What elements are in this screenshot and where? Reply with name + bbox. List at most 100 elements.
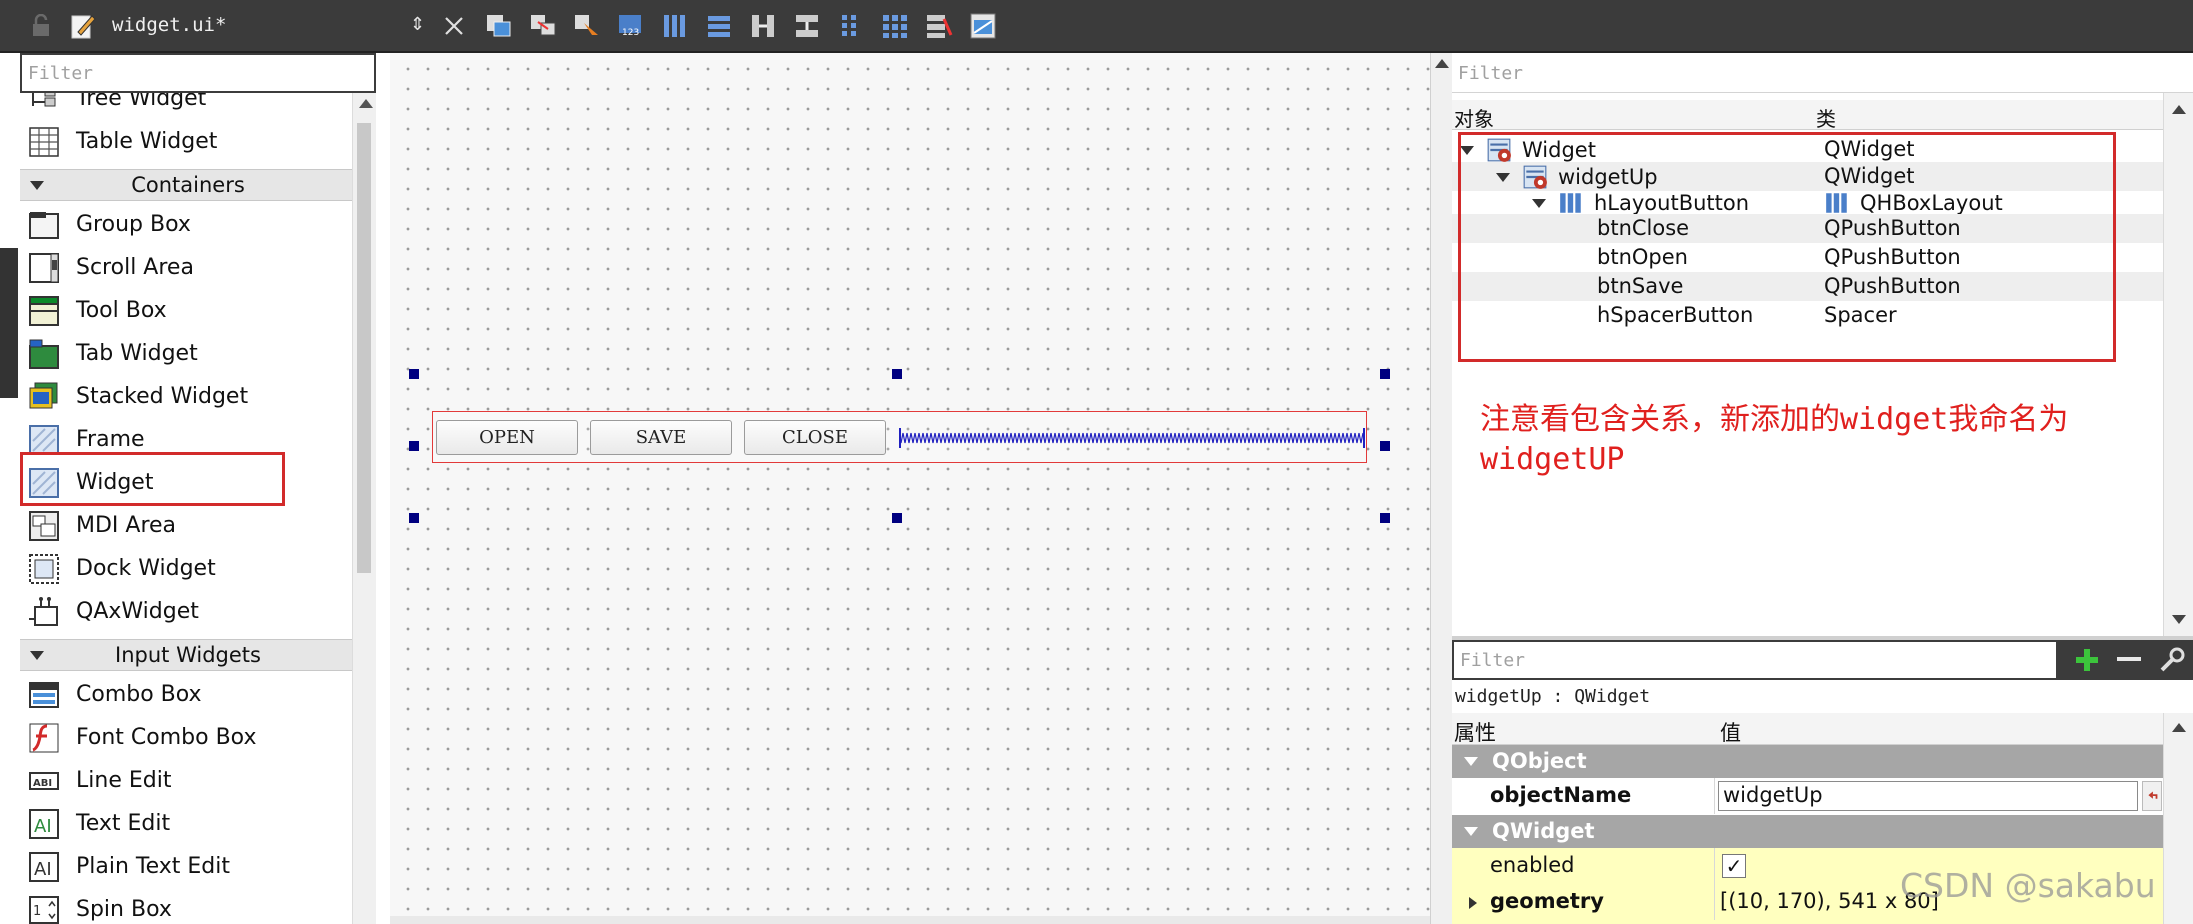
designer-toolbar: widget.ui* ⇕ 123	[0, 0, 2193, 53]
property-name: geometry	[1490, 889, 1604, 913]
widget-item-stacked-widget[interactable]: Stacked Widget	[20, 375, 356, 418]
column-object[interactable]: 对象	[1454, 103, 1494, 132]
column-value[interactable]: 值	[1720, 717, 1741, 747]
widget-box-scrollbar[interactable]	[352, 93, 376, 924]
widget-item-line-edit[interactable]: ABI Line Edit	[20, 759, 356, 802]
selection-handle[interactable]	[1380, 513, 1390, 523]
edit-widgets-icon[interactable]	[484, 11, 514, 41]
widget-item-tab-widget[interactable]: Tab Widget	[20, 332, 356, 375]
widget-item-group-box[interactable]: Group Box	[20, 203, 356, 246]
selection-handle[interactable]	[1380, 369, 1390, 379]
selection-handle[interactable]	[892, 369, 902, 379]
svg-text:AI: AI	[34, 859, 52, 880]
annotation-note: 注意看包含关系，新添加的widget我命名为 widgetUP	[1480, 400, 2160, 480]
svg-text:AI: AI	[34, 816, 52, 837]
widget-item-dock-widget[interactable]: Dock Widget	[20, 547, 356, 590]
lock-icon[interactable]	[30, 14, 52, 38]
selection-handle[interactable]	[409, 513, 419, 523]
object-inspector-scrollbar[interactable]	[2163, 93, 2193, 638]
plain-text-edit-icon: AI	[26, 850, 62, 884]
form-horizontal-scrollbar[interactable]	[390, 916, 1430, 924]
selection-handle[interactable]	[1380, 441, 1390, 451]
chevron-down-icon	[1464, 827, 1478, 836]
scroll-area-icon	[26, 251, 62, 285]
category-qwidget[interactable]: QWidget	[1452, 815, 2163, 848]
hierarchy-highlight-box	[1458, 132, 2116, 362]
object-inspector-filter-input[interactable]: Filter	[1452, 53, 2193, 93]
svg-text:123: 123	[622, 28, 639, 38]
category-containers[interactable]: Containers	[20, 169, 356, 201]
widget-item-text-edit[interactable]: AI Text Edit	[20, 802, 356, 845]
widget-item-scroll-area[interactable]: Scroll Area	[20, 246, 356, 289]
horizontal-spacer[interactable]	[899, 428, 1365, 448]
layout-grid-icon[interactable]	[880, 11, 910, 41]
widget-item-font-combo-box[interactable]: Font Combo Box	[20, 716, 356, 759]
column-property[interactable]: 属性	[1454, 717, 1496, 747]
edit-buddies-icon[interactable]	[572, 11, 602, 41]
svg-text:1: 1	[33, 904, 41, 919]
widget-item-qaxwidget[interactable]: QAxWidget	[20, 590, 356, 633]
widget-item-label: Scroll Area	[76, 255, 194, 280]
category-label: QObject	[1492, 749, 1587, 773]
pencil-icon[interactable]	[70, 12, 96, 40]
property-row-objectname[interactable]: objectName widgetUp	[1452, 778, 2163, 814]
widget-item-combo-box[interactable]: Combo Box	[20, 673, 356, 716]
stacked-widget-icon	[26, 380, 62, 414]
selection-handle[interactable]	[892, 513, 902, 523]
objectname-input[interactable]: widgetUp	[1718, 781, 2138, 811]
break-layout-icon[interactable]	[924, 11, 954, 41]
widget-item-label: Dock Widget	[76, 556, 216, 581]
tab-switch-arrows-icon[interactable]: ⇕	[410, 14, 428, 38]
layout-form-icon[interactable]	[836, 11, 866, 41]
remove-property-icon[interactable]	[2117, 657, 2141, 661]
open-button[interactable]: OPEN	[436, 420, 578, 455]
selection-handle[interactable]	[409, 369, 419, 379]
edit-signals-icon[interactable]	[528, 11, 558, 41]
adjust-size-icon[interactable]	[968, 11, 998, 41]
layout-horizontal-icon[interactable]	[660, 11, 690, 41]
layout-horizontal-splitter-icon[interactable]	[748, 11, 778, 41]
widget-item-mdi-area[interactable]: MDI Area	[20, 504, 356, 547]
layout-vertical-icon[interactable]	[704, 11, 734, 41]
widget-item-spin-box[interactable]: 1 Spin Box	[20, 888, 356, 924]
widget-box-filter-input[interactable]: Filter	[20, 53, 376, 93]
property-editor-filter-input[interactable]: Filter	[1452, 640, 2058, 680]
form-vertical-scrollbar[interactable]	[1430, 53, 1452, 924]
close-button[interactable]: CLOSE	[744, 420, 886, 455]
widget-item-tree-widget[interactable]: Tree Widget	[20, 93, 356, 120]
wrench-icon[interactable]	[2158, 646, 2186, 674]
enabled-checkbox[interactable]: ✓	[1722, 854, 1746, 878]
left-dock-edge	[0, 53, 18, 924]
add-dynamic-property-icon[interactable]	[2073, 646, 2101, 674]
reset-property-icon[interactable]	[2142, 781, 2162, 811]
widget-item-table-widget[interactable]: Table Widget	[20, 120, 356, 163]
save-button[interactable]: SAVE	[590, 420, 732, 455]
widget-item-label: Spin Box	[76, 897, 172, 922]
close-icon[interactable]	[442, 13, 466, 39]
widget-item-label: Table Widget	[76, 129, 218, 154]
edit-tab-order-icon[interactable]: 123	[616, 11, 646, 41]
property-editor-scrollbar[interactable]	[2163, 713, 2193, 924]
chevron-down-icon	[30, 651, 44, 660]
category-input-widgets[interactable]: Input Widgets	[20, 639, 356, 671]
category-qobject[interactable]: QObject	[1452, 745, 2163, 778]
object-inspector-header: 对象 类	[1452, 100, 2163, 132]
font-combo-box-icon	[26, 721, 62, 755]
widget-item-plain-text-edit[interactable]: AI Plain Text Edit	[20, 845, 356, 888]
widget-item-label: Frame	[76, 427, 145, 452]
widget-item-label: Tab Widget	[76, 341, 198, 366]
line-edit-icon: ABI	[26, 764, 62, 798]
chevron-down-icon	[1464, 757, 1478, 766]
widget-item-tool-box[interactable]: Tool Box	[20, 289, 356, 332]
layout-vertical-splitter-icon[interactable]	[792, 11, 822, 41]
form-canvas[interactable]	[390, 53, 1430, 924]
widget-item-label: QAxWidget	[76, 599, 199, 624]
property-editor-header: 属性 值	[1452, 713, 2163, 745]
widget-item-label: Plain Text Edit	[76, 854, 230, 879]
property-tools	[2058, 640, 2193, 680]
selection-handle[interactable]	[409, 441, 419, 451]
column-class[interactable]: 类	[1816, 103, 1836, 132]
chevron-right-icon[interactable]	[1468, 896, 1478, 910]
annotation-text: 注意看包含关系，新添加的	[1480, 402, 1840, 437]
widget-item-label: Tree Widget	[76, 93, 207, 111]
